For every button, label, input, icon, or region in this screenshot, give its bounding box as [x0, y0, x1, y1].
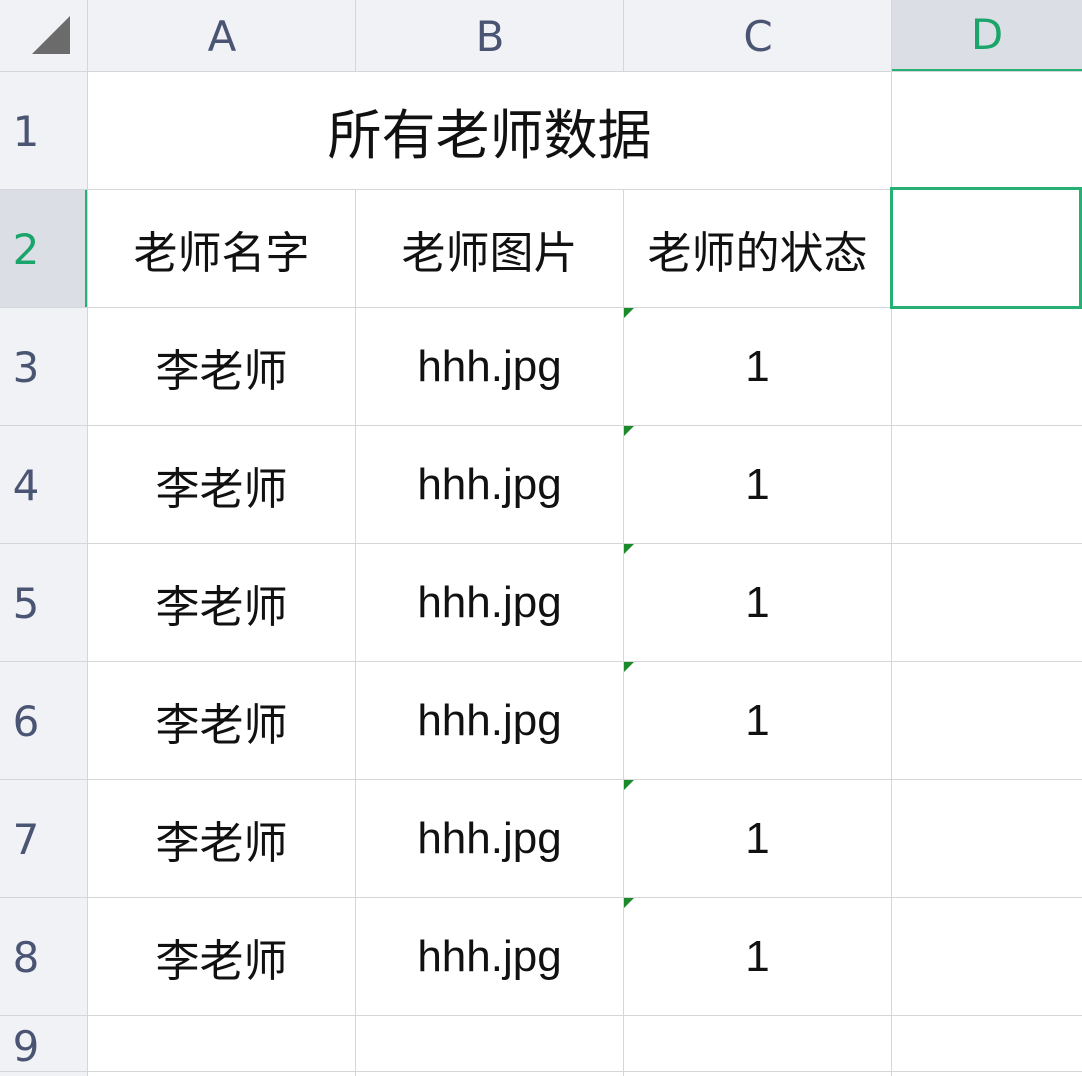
cell-c6[interactable]: 1 — [624, 662, 891, 779]
cell-d1[interactable] — [892, 72, 1082, 189]
column-header-b[interactable]: B — [356, 0, 624, 72]
cell-a3[interactable]: 李老师 — [88, 308, 355, 425]
cell-c4[interactable]: 1 — [624, 426, 891, 543]
header-cell-b2[interactable]: 老师图片 — [356, 190, 623, 307]
cell-b8[interactable]: hhh.jpg — [356, 898, 623, 1015]
cell-b5[interactable]: hhh.jpg — [356, 544, 623, 661]
cell-a5[interactable]: 李老师 — [88, 544, 355, 661]
number-as-text-indicator — [624, 780, 634, 790]
number-as-text-indicator — [624, 662, 634, 672]
selected-cell-d2[interactable] — [890, 187, 1082, 309]
column-header-c[interactable]: C — [624, 0, 892, 72]
select-all-icon — [32, 16, 70, 54]
cell-a8[interactable]: 李老师 — [88, 898, 355, 1015]
cell-b4[interactable]: hhh.jpg — [356, 426, 623, 543]
cell-b9[interactable] — [356, 1016, 623, 1071]
number-as-text-indicator — [624, 898, 634, 908]
row-header-4[interactable]: 4 — [0, 426, 52, 544]
row-header-6[interactable]: 6 — [0, 662, 52, 780]
header-cell-a2[interactable]: 老师名字 — [88, 190, 355, 307]
spreadsheet: A B C D 1 2 3 4 5 6 7 8 9 所有老师数据 老师名字 老师… — [0, 0, 1082, 1076]
cell-c5[interactable]: 1 — [624, 544, 891, 661]
cell-c9[interactable] — [624, 1016, 891, 1071]
number-as-text-indicator — [624, 308, 634, 318]
select-all-corner[interactable] — [0, 0, 88, 72]
column-header-a[interactable]: A — [88, 0, 356, 72]
row-header-8[interactable]: 8 — [0, 898, 52, 1016]
cell-b3[interactable]: hhh.jpg — [356, 308, 623, 425]
cell-c7[interactable]: 1 — [624, 780, 891, 897]
title-cell-a1[interactable]: 所有老师数据 — [88, 72, 891, 189]
cell-a7[interactable]: 李老师 — [88, 780, 355, 897]
cell-a4[interactable]: 李老师 — [88, 426, 355, 543]
cell-a9[interactable] — [88, 1016, 355, 1071]
number-as-text-indicator — [624, 544, 634, 554]
row-header-2[interactable]: 2 — [0, 190, 52, 308]
cell-c3[interactable]: 1 — [624, 308, 891, 425]
cell-b6[interactable]: hhh.jpg — [356, 662, 623, 779]
number-as-text-indicator — [624, 426, 634, 436]
row-header-5[interactable]: 5 — [0, 544, 52, 662]
column-header-d[interactable]: D — [892, 0, 1082, 72]
row-header-1[interactable]: 1 — [0, 72, 52, 190]
row-header-3[interactable]: 3 — [0, 308, 52, 426]
row-header-9[interactable]: 9 — [0, 1016, 52, 1076]
cell-b7[interactable]: hhh.jpg — [356, 780, 623, 897]
cell-a6[interactable]: 李老师 — [88, 662, 355, 779]
cell-c8[interactable]: 1 — [624, 898, 891, 1015]
row-header-7[interactable]: 7 — [0, 780, 52, 898]
header-cell-c2[interactable]: 老师的状态 — [624, 190, 891, 307]
